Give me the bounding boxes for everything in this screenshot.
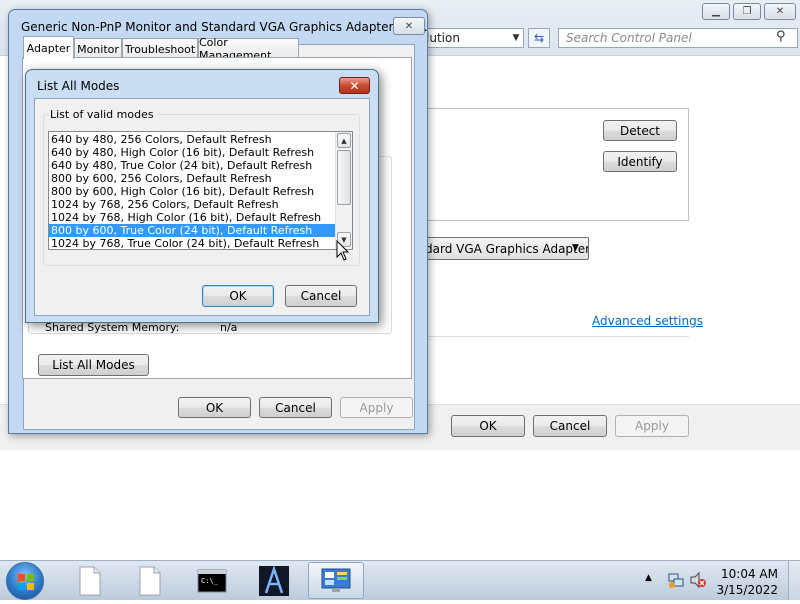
tab-troubleshoot[interactable]: Troubleshoot [122, 38, 198, 59]
scroll-up-icon[interactable]: ▲ [337, 133, 351, 148]
prop-apply-button[interactable]: Apply [340, 397, 413, 418]
command-prompt-icon: C:\_ [197, 569, 227, 592]
taskbar-document-2[interactable] [122, 562, 178, 599]
list-item[interactable]: 1024 by 768, 256 Colors, Default Refresh [49, 198, 335, 211]
dialog-title: Generic Non-PnP Monitor and Standard VGA… [21, 20, 428, 34]
list-item[interactable]: 640 by 480, 256 Colors, Default Refresh [49, 133, 335, 146]
list-item[interactable]: 1024 by 768, True Color (24 bit), Defaul… [49, 237, 335, 249]
maximize-button[interactable]: ❐ [733, 3, 761, 20]
detect-button[interactable]: Detect [603, 120, 677, 141]
list-all-modes-button[interactable]: List All Modes [38, 354, 149, 376]
taskbar-command-prompt[interactable]: C:\_ [184, 562, 240, 599]
svg-text:C:\_: C:\_ [201, 577, 219, 585]
windows-logo-icon [18, 574, 34, 590]
address-dropdown-icon[interactable]: ▼ [508, 29, 524, 47]
modes-listbox[interactable]: 640 by 480, 256 Colors, Default Refresh … [48, 131, 353, 250]
scrollbar-thumb[interactable] [337, 150, 351, 205]
prop-ok-button[interactable]: OK [178, 397, 251, 418]
dialog-close-button[interactable]: ✕ [393, 17, 425, 35]
network-icon[interactable] [667, 571, 685, 589]
dialog-title: List All Modes [37, 79, 120, 93]
list-item[interactable]: 800 by 600, 256 Colors, Default Refresh [49, 172, 335, 185]
lam-ok-button[interactable]: OK [202, 285, 274, 307]
taskbar-control-panel[interactable] [308, 562, 364, 599]
list-item[interactable]: 640 by 480, High Color (16 bit), Default… [49, 146, 335, 159]
prop-cancel-button[interactable]: Cancel [259, 397, 332, 418]
volume-muted-icon[interactable] [689, 571, 707, 589]
list-item[interactable]: 1024 by 768, High Color (16 bit), Defaul… [49, 211, 335, 224]
list-item[interactable]: 800 by 600, High Color (16 bit), Default… [49, 185, 335, 198]
taskbar-app-a[interactable] [246, 562, 302, 599]
modes-scrollbar[interactable]: ▲ ▼ [335, 132, 352, 249]
cp-cancel-button[interactable]: Cancel [533, 415, 607, 437]
restore-icon: ❐ [742, 6, 752, 17]
taskbar-document-1[interactable] [62, 562, 118, 599]
display-select[interactable]: dard VGA Graphics Adapter [400, 237, 589, 260]
search-input[interactable]: Search Control Panel [558, 28, 798, 48]
cp-apply-button[interactable]: Apply [615, 415, 689, 437]
tab-color-management[interactable]: Color Management [198, 36, 299, 62]
show-desktop-button[interactable] [788, 561, 800, 600]
tab-monitor[interactable]: Monitor [74, 38, 122, 59]
document-icon [139, 566, 161, 595]
control-panel-icon [321, 568, 351, 592]
close-icon: ✕ [404, 20, 414, 32]
document-icon [79, 566, 101, 595]
advanced-settings-link[interactable]: Advanced settings [592, 314, 703, 328]
list-item[interactable]: 640 by 480, True Color (24 bit), Default… [49, 159, 335, 172]
clock-time[interactable]: 10:04 AM [712, 567, 778, 581]
chevron-down-icon[interactable]: ▼ [572, 243, 579, 253]
list-item-selected[interactable]: 800 by 600, True Color (24 bit), Default… [49, 224, 335, 237]
close-button[interactable]: ✕ [764, 3, 796, 20]
valid-modes-label: List of valid modes [48, 108, 156, 121]
cp-ok-button[interactable]: OK [451, 415, 525, 437]
lam-cancel-button[interactable]: Cancel [285, 285, 357, 307]
search-icon[interactable]: ⚲ [776, 29, 786, 44]
clock-date[interactable]: 3/15/2022 [712, 583, 778, 597]
app-a-icon [259, 564, 289, 596]
mouse-cursor-icon [336, 240, 350, 261]
refresh-button[interactable]: ⇆ [528, 28, 550, 48]
minimize-icon: ▁ [712, 6, 720, 17]
refresh-icon: ⇆ [533, 31, 545, 45]
divider [400, 336, 689, 337]
dialog-close-button[interactable]: ✕ [339, 77, 370, 94]
start-button[interactable] [6, 562, 44, 600]
close-icon: ✕ [349, 78, 360, 93]
show-hidden-icons-arrow[interactable]: ▲ [645, 573, 652, 583]
close-icon: ✕ [775, 6, 785, 17]
minimize-button[interactable]: ▁ [702, 3, 730, 20]
identify-button[interactable]: Identify [603, 151, 677, 172]
tab-adapter[interactable]: Adapter [23, 36, 74, 59]
